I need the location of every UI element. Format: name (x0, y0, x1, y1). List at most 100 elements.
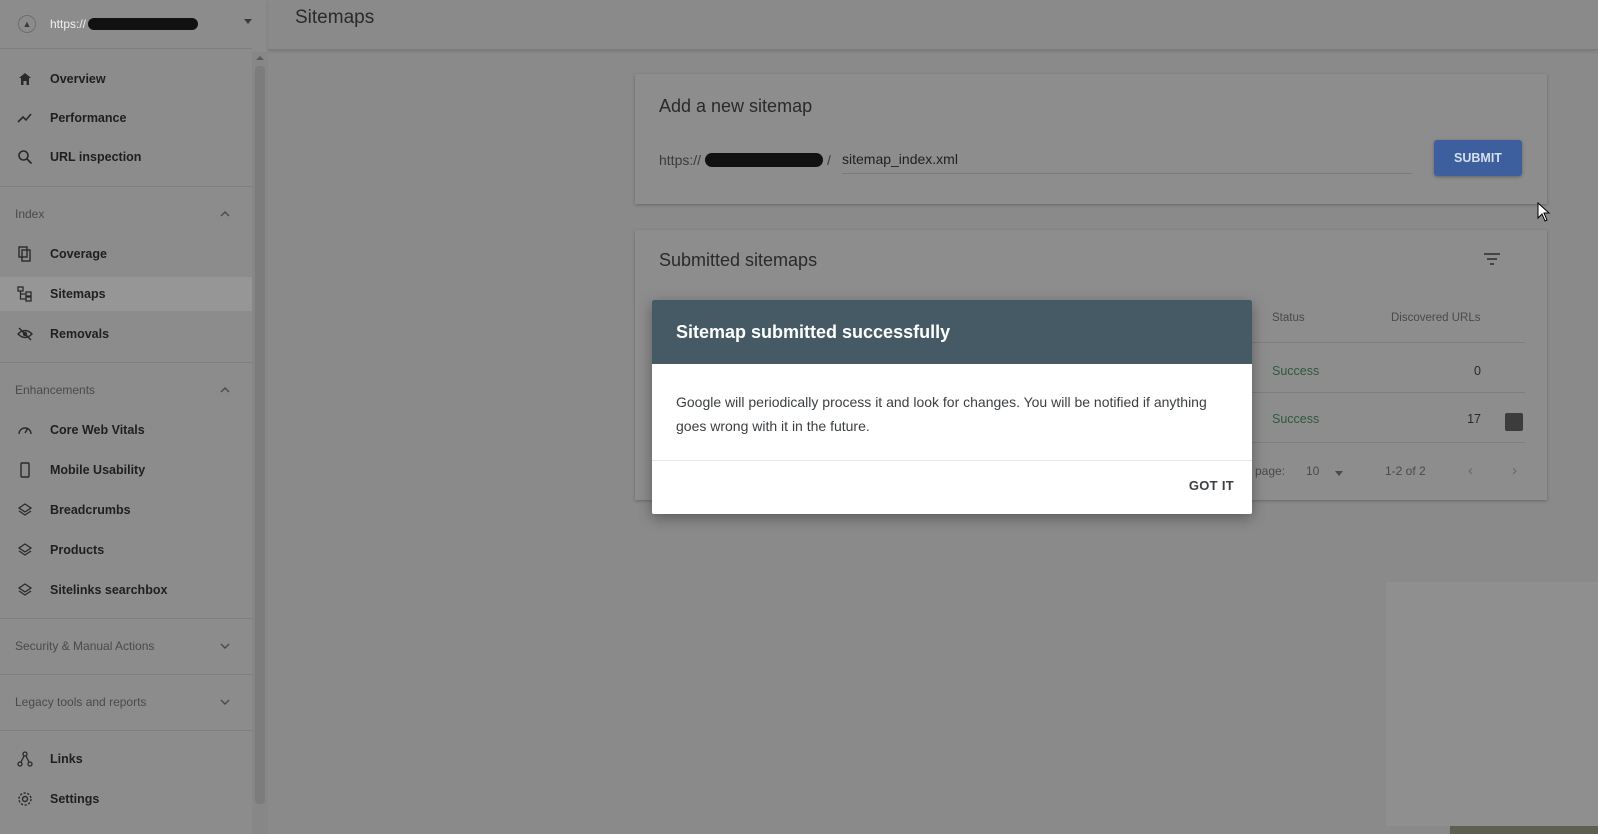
sidebar-item-coverage[interactable]: Coverage (0, 237, 252, 271)
chevron-right-icon[interactable]: › (1512, 462, 1517, 479)
divider (0, 48, 252, 49)
sidebar-item-label: Sitemaps (50, 287, 106, 301)
redacted-domain (88, 18, 199, 30)
rows-per-page-select[interactable]: 10 (1306, 464, 1319, 478)
sidebar-item-settings[interactable]: Settings (0, 782, 252, 816)
sidebar-item-label: Breadcrumbs (50, 503, 131, 517)
sidebar-scrollbar-thumb[interactable] (255, 66, 265, 804)
links-icon (16, 750, 34, 768)
section-label: Legacy tools and reports (15, 695, 147, 709)
property-url-prefix: https:// (50, 17, 87, 31)
sidebar-item-breadcrumbs[interactable]: Breadcrumbs (0, 493, 252, 527)
divider (0, 362, 252, 363)
mouse-cursor-icon (1537, 202, 1551, 222)
trending-up-icon (16, 109, 34, 127)
sidebar-item-core-web-vitals[interactable]: Core Web Vitals (0, 413, 252, 447)
column-header-discovered-urls[interactable]: Discovered URLs (1391, 312, 1480, 324)
sidebar-item-label: Coverage (50, 247, 107, 261)
row-2-status: Success (1272, 412, 1320, 426)
sidebar-item-label: Core Web Vitals (50, 423, 145, 437)
sidebar-item-label: Performance (50, 111, 127, 125)
layers-icon (16, 541, 34, 559)
row-1-discovered: 0 (1474, 364, 1481, 378)
sidebar-item-sitelinks-searchbox[interactable]: Sitelinks searchbox (0, 573, 252, 607)
divider (0, 674, 252, 675)
chevron-down-icon (220, 643, 230, 649)
gear-icon (16, 790, 34, 808)
sidebar-item-label: Settings (50, 792, 100, 806)
sidebar: ▲ https:// Overview Performance URL insp… (0, 0, 268, 834)
add-sitemap-title: Add a new sitemap (659, 96, 813, 116)
pagination-range: 1-2 of 2 (1385, 464, 1426, 478)
overlay-panel (1386, 582, 1598, 826)
sidebar-item-performance[interactable]: Performance (0, 101, 252, 135)
section-header-index[interactable]: Index (0, 200, 252, 228)
section-header-security[interactable]: Security & Manual Actions (0, 632, 252, 660)
table-row-divider (1235, 392, 1525, 393)
sidebar-item-label: Links (50, 752, 83, 766)
sidebar-item-label: Overview (50, 72, 106, 86)
bottom-strip (1450, 826, 1598, 834)
property-icon: ▲ (18, 15, 36, 33)
table-row-divider (1235, 442, 1525, 443)
row-1-status: Success (1272, 364, 1320, 378)
submitted-sitemaps-title: Submitted sitemaps (659, 250, 818, 270)
sidebar-item-label: Sitelinks searchbox (50, 583, 168, 597)
column-header-status[interactable]: Status (1272, 312, 1305, 324)
sitemap-icon (16, 285, 34, 303)
sidebar-item-sitemaps[interactable]: Sitemaps (0, 277, 252, 311)
got-it-button[interactable]: GOT IT (1189, 478, 1234, 493)
chevron-down-icon[interactable] (1335, 471, 1343, 476)
property-selector[interactable]: ▲ https:// (0, 0, 268, 48)
submit-button[interactable]: SUBMIT (1434, 140, 1522, 176)
sidebar-item-overview[interactable]: Overview (0, 62, 252, 96)
sitemap-url-input[interactable] (842, 144, 1412, 174)
sidebar-item-label: URL inspection (50, 150, 142, 164)
success-dialog: Sitemap submitted successfully Google wi… (652, 300, 1252, 514)
dropdown-caret-icon[interactable] (244, 19, 252, 24)
gauge-icon (16, 421, 34, 439)
layers-icon (16, 581, 34, 599)
rows-per-page-label: page: (1255, 464, 1286, 478)
layers-icon (16, 501, 34, 519)
add-sitemap-card: Add a new sitemap https:// / SUBMIT (635, 74, 1547, 204)
page-title: Sitemaps (295, 7, 375, 28)
search-icon (16, 148, 34, 166)
section-header-legacy[interactable]: Legacy tools and reports (0, 688, 252, 716)
divider (0, 730, 252, 731)
home-icon (16, 70, 34, 88)
sidebar-item-url-inspection[interactable]: URL inspection (0, 140, 252, 174)
phone-icon (16, 461, 34, 479)
dialog-title: Sitemap submitted successfully (652, 300, 1252, 364)
sidebar-item-links[interactable]: Links (0, 742, 252, 776)
top-bar: Sitemaps (268, 0, 1598, 50)
filter-icon[interactable] (1481, 248, 1503, 270)
sidebar-item-products[interactable]: Products (0, 533, 252, 567)
prefix-slash: / (827, 152, 831, 168)
section-header-enhancements[interactable]: Enhancements (0, 376, 252, 404)
sidebar-item-label: Mobile Usability (50, 463, 146, 477)
section-label: Index (15, 207, 45, 221)
dialog-footer: GOT IT (652, 460, 1252, 514)
divider (0, 618, 252, 619)
bar-chart-icon[interactable] (1505, 413, 1523, 431)
sidebar-item-label: Removals (50, 327, 110, 341)
eye-off-icon (16, 325, 34, 343)
divider (0, 186, 252, 187)
sidebar-item-removals[interactable]: Removals (0, 317, 252, 351)
chevron-left-icon[interactable]: ‹ (1468, 462, 1473, 479)
chevron-up-icon (220, 211, 230, 217)
row-2-discovered: 17 (1467, 412, 1481, 426)
sidebar-item-mobile-usability[interactable]: Mobile Usability (0, 453, 252, 487)
prefix-protocol: https:// (659, 152, 702, 168)
section-label: Enhancements (15, 383, 96, 397)
sidebar-item-label: Products (50, 543, 105, 557)
chevron-down-icon (220, 699, 230, 705)
sitemap-url-prefix: https:// / (659, 152, 831, 168)
chevron-up-icon (220, 387, 230, 393)
scroll-up-icon[interactable] (256, 56, 264, 60)
table-row-divider (1235, 342, 1525, 343)
file-copy-icon (16, 245, 34, 263)
redacted-domain (705, 153, 824, 167)
dialog-message: Google will periodically process it and … (676, 394, 1207, 434)
